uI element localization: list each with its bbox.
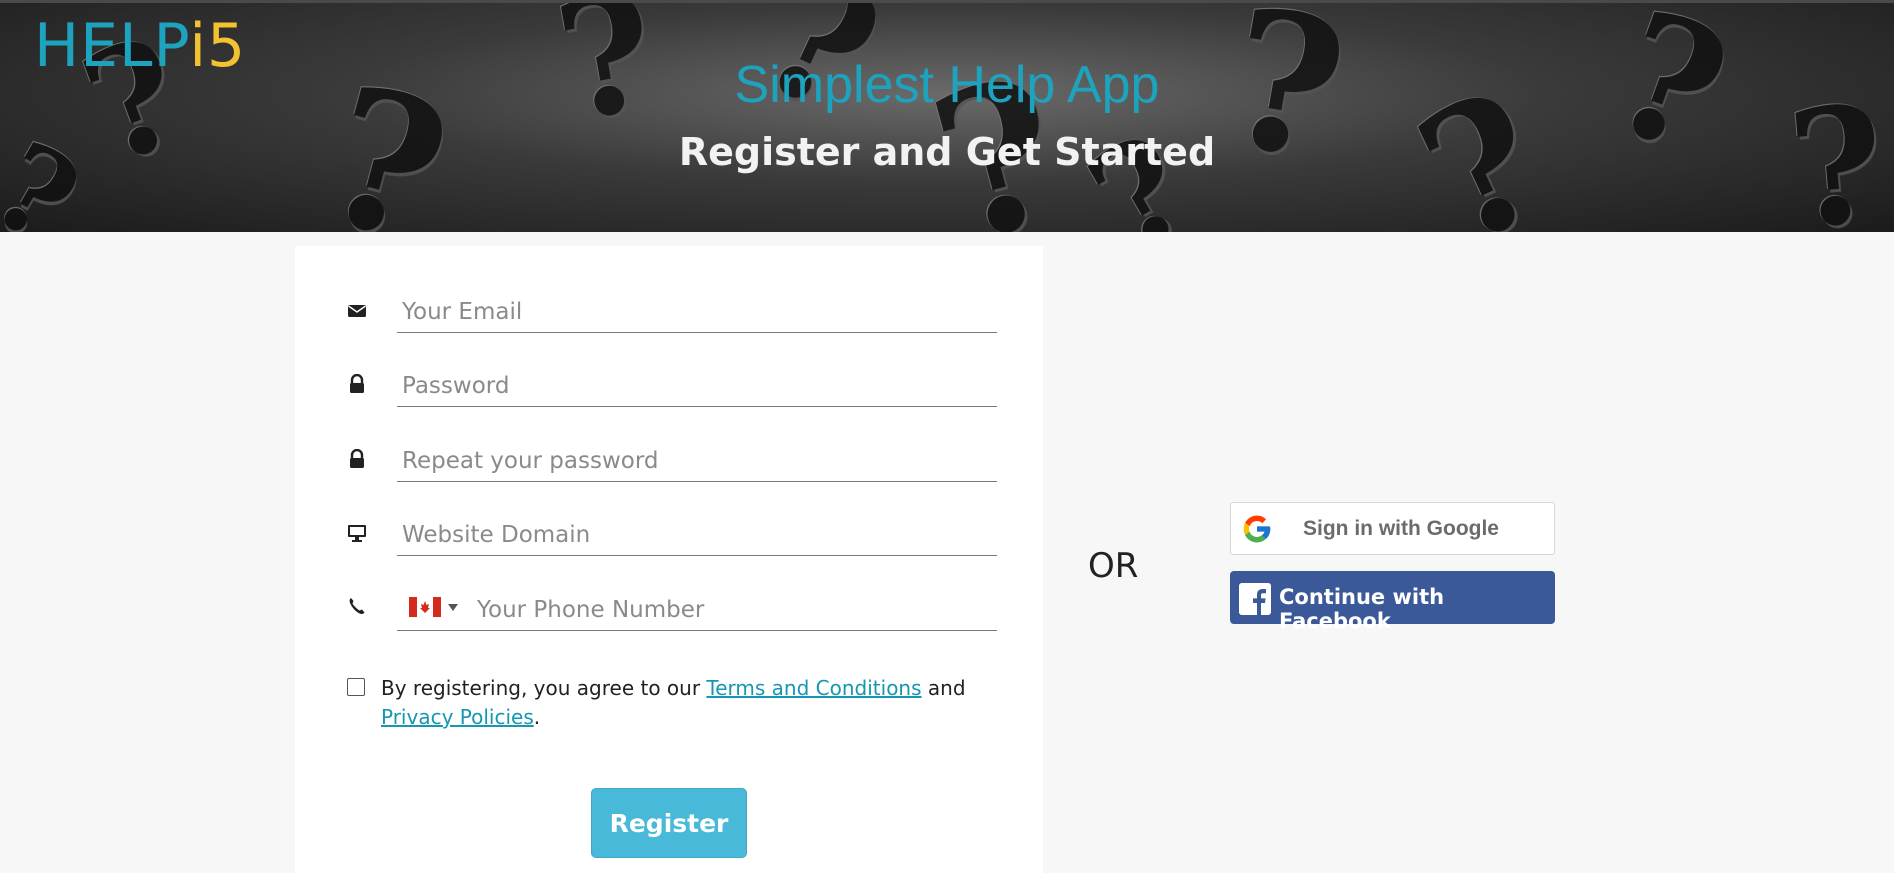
country-selector[interactable]	[409, 596, 465, 618]
canada-flag-icon	[409, 597, 441, 617]
registration-form: By registering, you agree to our Terms a…	[295, 246, 1043, 873]
lock-icon	[350, 374, 364, 393]
website-domain-input[interactable]	[400, 521, 994, 549]
page-subtitle: Register and Get Started	[678, 130, 1216, 174]
terms-suffix: .	[533, 705, 541, 729]
email-field-wrapper	[397, 284, 997, 333]
or-divider: OR	[1088, 546, 1139, 586]
monitor-icon	[348, 525, 366, 542]
privacy-link[interactable]: Privacy Policies	[381, 705, 534, 729]
register-button[interactable]: Register	[591, 788, 747, 858]
password-input[interactable]	[400, 372, 994, 400]
lock-icon	[350, 449, 364, 468]
email-input[interactable]	[400, 298, 994, 326]
page-title: Simplest Help App	[734, 56, 1160, 114]
google-icon	[1243, 515, 1271, 543]
terms-link[interactable]: Terms and Conditions	[706, 676, 921, 700]
repeat-password-field-wrapper	[397, 433, 997, 482]
terms-text: By registering, you agree to our Terms a…	[381, 674, 971, 732]
password-field-wrapper	[397, 358, 997, 407]
facebook-icon	[1239, 583, 1271, 615]
envelope-icon	[348, 305, 366, 317]
phone-field-wrapper	[397, 582, 999, 631]
facebook-button-label: Continue with Facebook	[1279, 585, 1445, 633]
phone-number-input[interactable]	[475, 596, 999, 624]
facebook-signin-button[interactable]: Continue with Facebook	[1230, 571, 1555, 633]
domain-field-wrapper	[397, 507, 997, 556]
google-signin-button[interactable]: Sign in with Google	[1230, 502, 1555, 555]
repeat-password-input[interactable]	[400, 447, 994, 475]
terms-checkbox[interactable]	[347, 678, 365, 696]
google-button-label: Sign in with Google	[1303, 517, 1499, 540]
chevron-down-icon	[448, 604, 458, 611]
hero-banner: ? ? ? ? ? ? ? ? ? ? ? HELPi5 Simplest He…	[0, 0, 1894, 232]
terms-middle: and	[921, 676, 966, 700]
phone-icon	[349, 598, 365, 615]
terms-prefix: By registering, you agree to our	[381, 676, 707, 700]
